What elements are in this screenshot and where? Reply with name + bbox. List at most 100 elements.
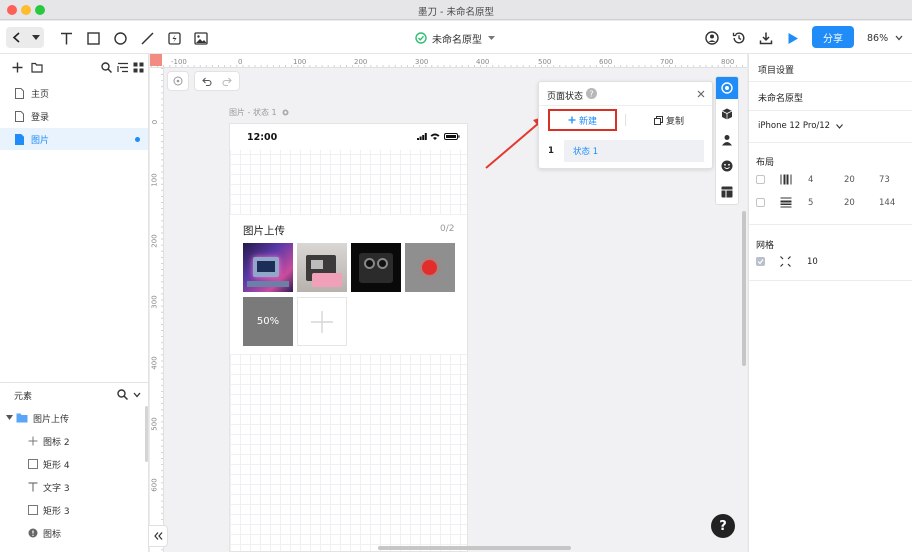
project-name: 未命名原型 — [758, 94, 804, 104]
grid-view-icon[interactable] — [133, 62, 144, 73]
sort-list-icon[interactable] — [117, 62, 129, 73]
copy-state-button[interactable]: 复制 — [634, 111, 704, 129]
help-icon[interactable]: ? — [586, 88, 597, 99]
zoom-dropdown[interactable]: 86% — [867, 30, 903, 46]
elements-scrollbar[interactable] — [145, 406, 148, 462]
canvas-horizontal-scrollbar[interactable] — [378, 546, 571, 550]
thumbnail-image-4[interactable] — [405, 243, 455, 292]
collapse-panel-button[interactable] — [148, 525, 168, 547]
component-tab[interactable] — [716, 103, 738, 125]
state-panel-title: 页面状态 — [547, 92, 584, 102]
user-icon — [722, 135, 732, 146]
ruler-tick: 700 — [660, 58, 674, 66]
close-icon[interactable] — [697, 90, 705, 98]
folder-icon — [16, 413, 28, 423]
ellipse-tool-button[interactable] — [111, 29, 129, 47]
element-label: 图片上传 — [33, 414, 70, 425]
phone-frame[interactable]: 12:00 图片上传 0/2 50% — [229, 123, 468, 552]
history-button[interactable] — [730, 29, 748, 47]
help-button[interactable]: ? — [711, 514, 735, 538]
thumbnail-image-2[interactable] — [297, 243, 347, 292]
add-folder-icon[interactable] — [31, 62, 43, 73]
line-icon — [140, 31, 154, 45]
ruler-tick: 500 — [150, 417, 159, 431]
copy-icon — [653, 115, 663, 125]
element-item-rect-4[interactable]: 矩形 4 — [0, 453, 140, 475]
element-item-text-3[interactable]: 文字 3 — [0, 476, 140, 498]
ruler-tick: 200 — [150, 234, 159, 248]
divider — [749, 81, 912, 82]
divider — [625, 114, 626, 126]
preview-button[interactable] — [784, 29, 802, 47]
layout-rows-gutter[interactable]: 20 — [844, 198, 855, 208]
element-label: 文字 3 — [43, 483, 70, 494]
layout-columns-checkbox[interactable] — [756, 175, 765, 184]
layout-columns-count[interactable]: 4 — [808, 175, 813, 185]
thumbnail-image-3[interactable] — [351, 243, 401, 292]
redo-icon[interactable] — [222, 77, 232, 86]
title-bar: 墨刀 - 未命名原型 — [0, 0, 912, 20]
upload-progress-text: 50% — [256, 316, 280, 327]
element-item-rect-3[interactable]: 矩形 3 — [0, 499, 140, 521]
template-tab[interactable] — [716, 181, 738, 203]
page-item-images[interactable]: 图片 — [0, 128, 148, 150]
target-icon — [721, 82, 733, 94]
download-button[interactable] — [757, 29, 775, 47]
layout-template-icon — [721, 186, 733, 198]
canvas-vertical-scrollbar[interactable] — [742, 211, 746, 366]
divider — [749, 280, 912, 281]
state-item-1[interactable]: 状态 1 — [564, 140, 704, 162]
cube-icon — [721, 108, 733, 120]
page-item-home[interactable]: 主页 — [0, 82, 148, 104]
left-panel: 主页 登录 图片 元素 图片上传 图标 2 矩形 4 文字 3 矩形 3 图标 — [0, 54, 149, 552]
gear-icon[interactable] — [281, 108, 290, 117]
add-page-icon[interactable] — [12, 62, 23, 73]
battery-icon — [444, 133, 460, 140]
copy-state-label: 复制 — [665, 116, 684, 127]
divider — [749, 142, 912, 143]
caret-down-icon — [488, 35, 495, 40]
double-chevron-left-icon — [153, 532, 162, 540]
doc-name-dropdown[interactable]: 未命名原型 — [415, 30, 495, 46]
thumbnail-image-1[interactable] — [243, 243, 293, 292]
layout-columns-width[interactable]: 73 — [879, 175, 890, 185]
new-state-button[interactable]: 新建 — [548, 109, 617, 131]
window-title: 墨刀 - 未命名原型 — [418, 7, 494, 18]
canvas-focus-button[interactable] — [167, 71, 189, 91]
user-tab[interactable] — [716, 129, 738, 151]
undo-icon[interactable] — [202, 77, 212, 86]
element-item-icon-2[interactable]: 图标 2 — [0, 430, 140, 452]
search-icon[interactable] — [101, 62, 112, 73]
text-tool-button[interactable] — [57, 29, 75, 47]
page-icon — [14, 133, 25, 145]
layout-rows-checkbox[interactable] — [756, 198, 765, 207]
image-tool-button[interactable] — [192, 29, 210, 47]
frame-label[interactable]: 图片 - 状态 1 — [229, 107, 290, 118]
emoji-tab[interactable] — [716, 155, 738, 177]
grid-checkbox[interactable] — [756, 257, 765, 266]
add-image-button[interactable] — [297, 297, 347, 346]
back-menu-button[interactable] — [6, 27, 44, 48]
page-state-tab[interactable] — [716, 77, 738, 99]
chevron-left-icon — [12, 32, 20, 43]
line-tool-button[interactable] — [138, 29, 156, 47]
side-tool-strip — [715, 76, 739, 205]
layout-rows-height[interactable]: 144 — [879, 198, 895, 208]
element-group-image-upload[interactable]: 图片上传 — [0, 407, 140, 429]
rectangle-tool-button[interactable] — [84, 29, 102, 47]
device-dropdown[interactable]: iPhone 12 Pro/12 — [758, 121, 843, 131]
share-button[interactable]: 分享 — [812, 26, 854, 48]
layout-rows-count[interactable]: 5 — [808, 198, 813, 208]
ruler-tick: 200 — [354, 58, 368, 66]
grid-size[interactable]: 10 — [807, 257, 818, 267]
layout-columns-gutter[interactable]: 20 — [844, 175, 855, 185]
chevron-down-icon[interactable] — [133, 392, 141, 398]
zoom-value: 86% — [867, 32, 889, 44]
component-tool-button[interactable] — [165, 29, 183, 47]
account-button[interactable] — [703, 29, 721, 47]
search-icon[interactable] — [117, 389, 128, 400]
user-circle-icon — [705, 31, 719, 45]
page-item-login[interactable]: 登录 — [0, 105, 148, 127]
text-icon — [28, 482, 38, 492]
element-item-icon[interactable]: 图标 — [0, 522, 140, 544]
